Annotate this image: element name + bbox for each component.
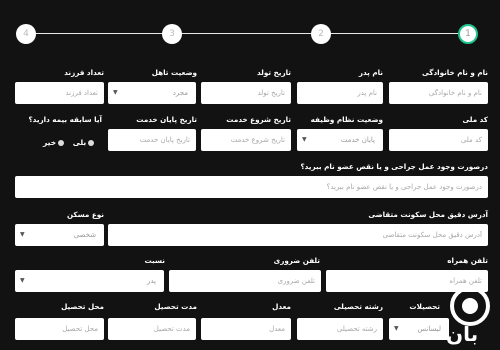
watermark-logo: بان xyxy=(444,286,496,350)
service-start-input[interactable] xyxy=(201,129,291,151)
housing-type-value: شخصی xyxy=(73,231,96,239)
children-count-input[interactable] xyxy=(15,82,104,104)
step-2[interactable]: 2 xyxy=(311,24,331,44)
birth-date-input[interactable] xyxy=(201,82,291,104)
military-status-value: پایان خدمت xyxy=(340,136,375,144)
radio-no-label: خیر xyxy=(43,138,57,147)
chevron-down-icon: ▼ xyxy=(302,136,307,143)
national-code-input[interactable] xyxy=(389,129,488,151)
study-place-input[interactable] xyxy=(15,318,104,340)
field-input[interactable] xyxy=(297,318,383,340)
mobile-label: تلفن همراه xyxy=(447,256,488,265)
insurance-record-radios: بلی خیر xyxy=(37,138,95,147)
housing-type-label: نوع مسکن xyxy=(66,210,104,219)
marital-status-select[interactable]: مجرد ▼ xyxy=(108,82,196,104)
logo-circle-icon xyxy=(450,286,490,326)
surgery-label: درصورت وجود عمل جراحی و یا نقص عضو نام ب… xyxy=(300,162,488,171)
father-name-input[interactable] xyxy=(297,82,383,104)
degree-select[interactable]: لیسانس ▼ xyxy=(389,318,449,340)
watermark-text: بان xyxy=(446,322,479,346)
chevron-down-icon: ▼ xyxy=(394,325,399,332)
name-label: نام و نام خانوادگی xyxy=(422,68,488,77)
service-end-label: تاریخ پایان خدمت xyxy=(136,115,197,124)
degree-label: تحصیلات xyxy=(409,302,440,311)
surgery-input[interactable] xyxy=(15,176,488,198)
stepper-line xyxy=(22,33,474,34)
relation-select[interactable]: پدر ▼ xyxy=(15,270,164,292)
children-count-label: تعداد فرزند xyxy=(64,68,104,77)
chevron-down-icon: ▼ xyxy=(20,231,25,238)
field-label: رشته تحصیلی xyxy=(333,302,383,311)
marital-status-value: مجرد xyxy=(172,89,188,97)
radio-no[interactable]: خیر xyxy=(43,138,65,147)
emergency-phone-label: تلفن ضروری xyxy=(273,256,320,265)
housing-type-select[interactable]: شخصی ▼ xyxy=(15,224,104,246)
birth-date-label: تاریخ تولد xyxy=(257,68,291,77)
step-4[interactable]: 4 xyxy=(16,24,36,44)
radio-yes[interactable]: بلی xyxy=(72,138,95,147)
emergency-phone-input[interactable] xyxy=(169,270,321,292)
military-status-label: وضعیت نظام وظیفه xyxy=(310,115,383,124)
radio-yes-label: بلی xyxy=(72,138,87,147)
address-label: آدرس دقیق محل سکونت متقاضی xyxy=(368,210,488,219)
step-3[interactable]: 3 xyxy=(162,24,182,44)
gpa-label: معدل xyxy=(272,302,291,311)
national-code-label: کد ملی xyxy=(462,115,489,124)
marital-status-label: وضعیت تاهل xyxy=(151,68,197,77)
degree-value: لیسانس xyxy=(417,325,442,333)
father-name-label: نام پدر xyxy=(358,68,383,77)
name-input[interactable] xyxy=(389,82,488,104)
service-start-label: تاریخ شروع خدمت xyxy=(226,115,291,124)
study-place-label: محل تحصیل xyxy=(61,302,104,311)
insurance-record-label: آیا سابقه بیمه دارید؟ xyxy=(28,115,103,124)
address-input[interactable] xyxy=(108,224,488,246)
chevron-down-icon: ▼ xyxy=(20,277,25,284)
radio-dot-icon xyxy=(58,140,65,146)
relation-value: پدر xyxy=(146,277,156,285)
chevron-down-icon: ▼ xyxy=(113,89,118,96)
military-status-select[interactable]: پایان خدمت ▼ xyxy=(297,129,383,151)
relation-label: نسبت xyxy=(144,256,165,265)
radio-dot-icon xyxy=(88,140,95,146)
progress-stepper: 4 3 2 1 xyxy=(0,22,500,48)
service-end-input[interactable] xyxy=(108,129,196,151)
gpa-input[interactable] xyxy=(201,318,291,340)
step-1[interactable]: 1 xyxy=(458,24,478,44)
study-duration-input[interactable] xyxy=(108,318,196,340)
study-duration-label: مدت تحصیل xyxy=(154,302,197,311)
